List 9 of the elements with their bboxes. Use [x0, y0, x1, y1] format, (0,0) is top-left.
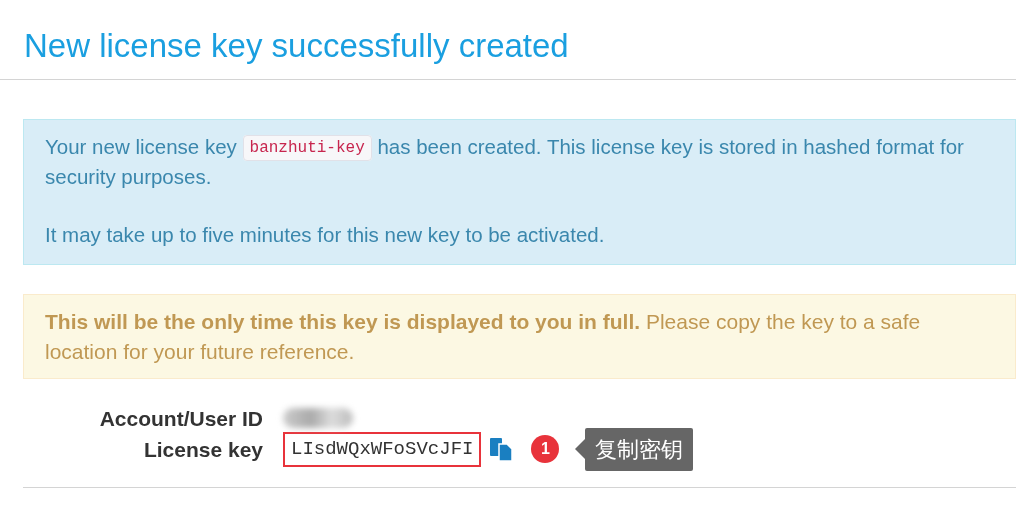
- page-title: New license key successfully created: [23, 26, 570, 66]
- step-badge: 1: [531, 435, 560, 464]
- field-label: License key: [142, 436, 263, 463]
- activation-note: It may take up to five minutes for this new key to be activated.: [45, 222, 606, 249]
- copy-icon[interactable]: [489, 436, 514, 463]
- license-key-value: LIsdWQxWFoSVcJFI: [283, 432, 482, 467]
- warning-message: This will be the only time this key is displayed to you in full. Please copy the key to a safe location for your future reference.: [45, 309, 922, 365]
- callout-label: 复制密钥: [585, 427, 694, 471]
- field-label: Account/User ID: [98, 405, 263, 432]
